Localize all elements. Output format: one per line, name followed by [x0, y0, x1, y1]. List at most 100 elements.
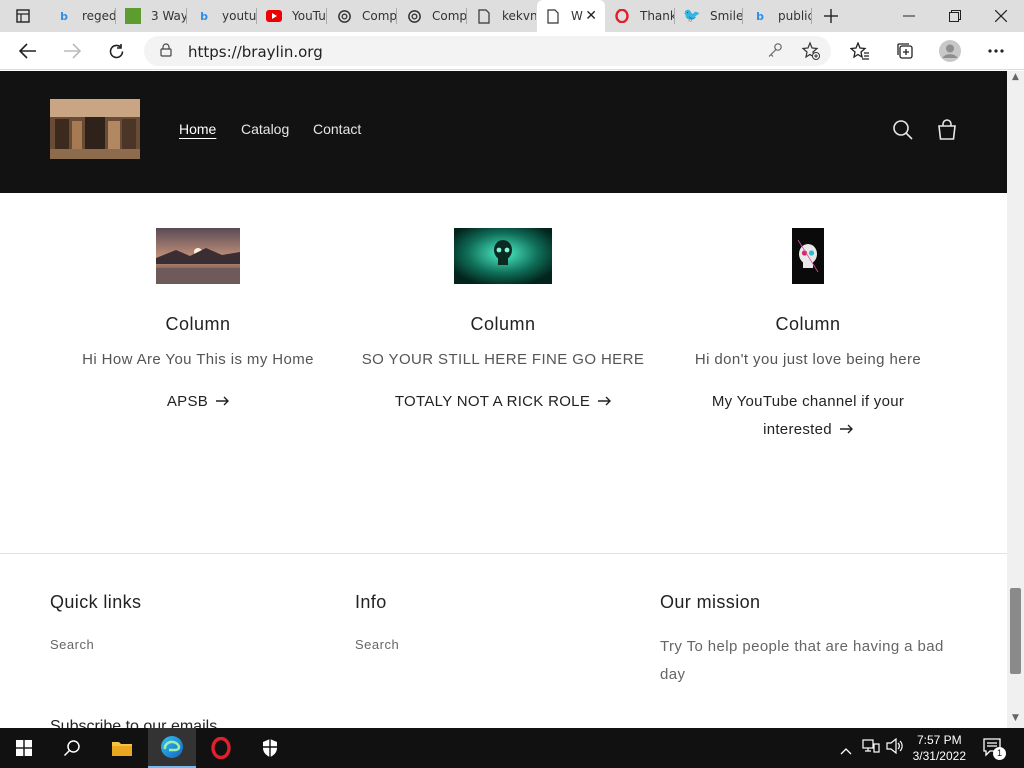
security-shield-icon[interactable]	[246, 728, 294, 768]
minimize-icon[interactable]	[886, 0, 932, 32]
column-link[interactable]: My YouTube channel if your interested	[658, 388, 958, 444]
opera-icon	[614, 8, 630, 24]
opera-icon[interactable]	[197, 728, 245, 768]
cart-icon[interactable]	[935, 118, 959, 142]
footer-heading: Our mission	[660, 592, 761, 612]
column-link-label[interactable]: TOTALY NOT A RICK ROLE	[395, 393, 590, 410]
footer-heading: Quick links	[50, 592, 142, 612]
forward-icon[interactable]	[57, 36, 87, 66]
tab-label: kekvn	[502, 9, 536, 23]
url-text[interactable]: https://braylin.org	[188, 43, 323, 61]
add-favorite-icon[interactable]	[801, 41, 821, 65]
openai-icon	[336, 8, 352, 24]
twitter-icon: 🐦	[683, 8, 701, 24]
site-logo[interactable]	[50, 99, 140, 159]
nav-catalog-link[interactable]: Catalog	[241, 121, 289, 137]
new-tab-icon[interactable]	[808, 0, 854, 32]
profile-avatar-icon[interactable]	[935, 36, 965, 66]
column-heading: Column	[470, 314, 536, 334]
browser-tab[interactable]: kekvn	[468, 0, 536, 32]
nav-home-link[interactable]: Home	[179, 121, 216, 137]
chevron-up-icon[interactable]	[840, 740, 852, 759]
close-window-icon[interactable]	[978, 0, 1024, 32]
browser-tab[interactable]: 3 Way	[117, 0, 187, 32]
browser-tab[interactable]: b public	[744, 0, 812, 32]
back-icon[interactable]	[13, 36, 43, 66]
address-bar[interactable]: https://braylin.org	[144, 36, 831, 66]
browser-tab[interactable]: b reged	[48, 0, 116, 32]
footer-quick-links: Quick links Search	[50, 592, 141, 652]
page-icon	[545, 8, 561, 24]
bing-icon: b	[60, 9, 68, 23]
file-explorer-icon[interactable]	[98, 728, 146, 768]
browser-tab[interactable]: Comp	[328, 0, 397, 32]
footer-search-link[interactable]: Search	[50, 637, 141, 652]
column-link-label[interactable]: interested	[763, 421, 832, 438]
edge-browser-icon[interactable]	[148, 728, 196, 768]
search-icon[interactable]	[48, 728, 96, 768]
collections-icon[interactable]	[890, 36, 920, 66]
sunset-beach-image	[156, 228, 240, 284]
network-icon[interactable]	[862, 738, 880, 758]
tab-label: W	[571, 9, 583, 23]
column-text: Hi How Are You This is my Home	[82, 351, 314, 368]
multicolumn-item: Column Hi don't you just love being here…	[658, 228, 958, 444]
column-link[interactable]: APSB	[48, 388, 348, 416]
restore-icon[interactable]	[932, 0, 978, 32]
multicolumn-item: Column Hi How Are You This is my Home AP…	[48, 228, 348, 416]
tab-label: YouTu	[292, 9, 326, 23]
browser-tab-strip: b reged 3 Way b youtu YouTu Comp Comp ke…	[0, 0, 1024, 32]
clock-date: 3/31/2022	[912, 749, 966, 763]
footer-heading: Info	[355, 592, 387, 612]
arrow-right-icon	[216, 388, 230, 416]
browser-tab[interactable]: YouTu	[258, 0, 327, 32]
close-tab-icon[interactable]: ✕	[585, 8, 597, 24]
tab-label: reged	[82, 9, 116, 23]
column-link-label[interactable]: My YouTube channel if your	[712, 393, 904, 410]
multicolumn-item: Column SO YOUR STILL HERE FINE GO HERE T…	[353, 228, 653, 416]
tab-label: 3 Way	[151, 9, 187, 23]
favorites-icon[interactable]	[845, 36, 875, 66]
scrollbar-thumb[interactable]	[1010, 588, 1021, 674]
bing-icon: b	[200, 9, 208, 23]
key-icon[interactable]	[767, 42, 783, 62]
arrow-right-icon	[598, 388, 612, 416]
column-link[interactable]: TOTALY NOT A RICK ROLE	[353, 388, 653, 416]
browser-toolbar: https://braylin.org	[0, 32, 1024, 70]
footer-mission: Our mission Try To help people that are …	[660, 592, 960, 689]
scroll-down-icon[interactable]: ▼	[1009, 713, 1022, 725]
tab-label: public	[778, 9, 812, 23]
column-heading: Column	[775, 314, 841, 334]
openai-icon	[406, 8, 422, 24]
clock[interactable]: 7:57 PM 3/31/2022	[913, 732, 966, 764]
browser-tab[interactable]: b youtu	[188, 0, 257, 32]
tab-label: Comp	[362, 9, 397, 23]
windows-taskbar: 7:57 PM 3/31/2022 1	[0, 728, 1024, 768]
column-link-label[interactable]: APSB	[167, 393, 208, 410]
more-options-icon[interactable]	[981, 36, 1011, 66]
column-text: Hi don't you just love being here	[694, 351, 922, 368]
notifications-icon[interactable]: 1	[982, 737, 1006, 763]
footer-divider	[0, 553, 1007, 554]
browser-tab-active[interactable]: W ✕	[537, 0, 605, 32]
start-windows-icon[interactable]	[0, 728, 48, 768]
tab-label: Thank	[640, 9, 675, 23]
lock-icon[interactable]	[160, 43, 172, 57]
browser-tab[interactable]: 🐦 Smile	[676, 0, 743, 32]
skull-green-image	[454, 228, 552, 284]
search-icon[interactable]	[891, 118, 915, 142]
refresh-icon[interactable]	[101, 36, 131, 66]
column-text: SO YOUR STILL HERE FINE GO HERE	[361, 351, 645, 368]
page-icon	[476, 8, 492, 24]
footer-search-link[interactable]: Search	[355, 637, 399, 652]
volume-icon[interactable]	[886, 737, 904, 758]
browser-tab[interactable]: Thank	[606, 0, 675, 32]
nav-contact-link[interactable]: Contact	[313, 121, 361, 137]
browser-tab[interactable]: Comp	[398, 0, 467, 32]
tab-label: youtu	[222, 9, 257, 23]
tab-actions-icon[interactable]	[0, 0, 46, 32]
scroll-up-icon[interactable]: ▲	[1009, 72, 1022, 84]
youtube-icon	[266, 8, 282, 24]
footer-info: Info Search	[355, 592, 399, 652]
tab-label: Comp	[432, 9, 467, 23]
